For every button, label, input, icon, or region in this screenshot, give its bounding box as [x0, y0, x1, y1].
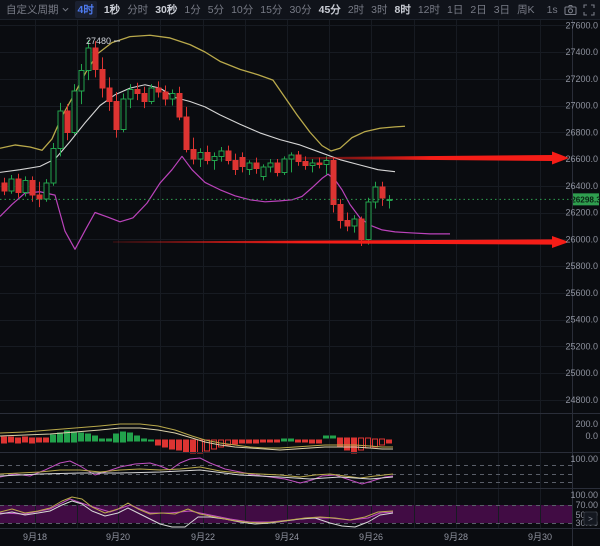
svg-text:100.00: 100.00 [570, 490, 598, 500]
chart-canvas[interactable]: 26298.3 27600.0 27400.0 27200.0 27000.0 26800… [0, 0, 600, 546]
interval-10分[interactable]: 10分 [231, 2, 253, 17]
interval-45分[interactable]: 45分 [319, 2, 341, 17]
svg-text:9月18: 9月18 [23, 532, 47, 542]
svg-text:0.0: 0.0 [585, 431, 598, 441]
svg-text:25600.0: 25600.0 [565, 288, 598, 298]
interval-12时[interactable]: 12时 [418, 2, 440, 17]
custom-period-menu[interactable]: 自定义周期 [6, 2, 69, 17]
interval-1分[interactable]: 1分 [184, 2, 200, 17]
current-price-tag: 26298.3 [571, 193, 600, 206]
svg-text:70.00: 70.00 [575, 500, 598, 510]
svg-text:27000.0: 27000.0 [565, 101, 598, 111]
svg-text:26298.3: 26298.3 [571, 195, 600, 204]
svg-text:9月24: 9月24 [275, 532, 299, 542]
svg-text:25800.0: 25800.0 [565, 261, 598, 271]
interval-1秒[interactable]: 1秒 [104, 2, 120, 17]
interval-list: 4时 1秒 分时 30秒 1分 5分 10分 15分 30分 45分 2时 3时 8时 12时 1日 2日 3日… [74, 1, 535, 18]
interval-周K[interactable]: 周K [517, 2, 535, 17]
interval-4时[interactable]: 4时 [74, 1, 97, 18]
svg-text:9月20: 9月20 [106, 532, 130, 542]
interval-5分[interactable]: 5分 [208, 2, 224, 17]
interval-3日[interactable]: 3日 [494, 2, 510, 17]
svg-text:26000.0: 26000.0 [565, 234, 598, 244]
svg-text:100.00: 100.00 [570, 454, 598, 464]
svg-text:25000.0: 25000.0 [565, 368, 598, 378]
fullscreen-icon [583, 3, 595, 16]
camera-icon [564, 4, 577, 15]
interval-1日[interactable]: 1日 [447, 2, 463, 17]
svg-text:26800.0: 26800.0 [565, 127, 598, 137]
svg-text:9月28: 9月28 [444, 532, 468, 542]
interval-8时[interactable]: 8时 [395, 2, 411, 17]
custom-period-label: 自定义周期 [6, 4, 59, 16]
interval-30秒[interactable]: 30秒 [155, 2, 177, 17]
svg-text:9月30: 9月30 [528, 532, 552, 542]
svg-text:200.0: 200.0 [575, 419, 598, 429]
fullscreen-button[interactable] [583, 3, 595, 16]
axis-expand-button[interactable]: > [583, 511, 598, 526]
svg-text:27480: 27480 [86, 36, 111, 46]
svg-text:24800.0: 24800.0 [565, 395, 598, 405]
chart-background [0, 0, 600, 546]
svg-text:>: > [588, 515, 593, 524]
svg-text:26600.0: 26600.0 [565, 154, 598, 164]
interval-分时[interactable]: 分时 [127, 2, 148, 17]
svg-text:9月22: 9月22 [191, 532, 215, 542]
svg-text:27200.0: 27200.0 [565, 74, 598, 84]
svg-text:25400.0: 25400.0 [565, 315, 598, 325]
interval-15分[interactable]: 15分 [260, 2, 282, 17]
bar-countdown: 1s [546, 3, 558, 16]
chart-app: 26298.3 27600.0 27400.0 27200.0 27000.0 26800… [0, 0, 600, 546]
svg-text:27400.0: 27400.0 [565, 47, 598, 57]
chevron-down-icon [62, 7, 68, 12]
svg-text:27600.0: 27600.0 [565, 20, 598, 30]
toolbar: 自定义周期 4时 1秒 分时 30秒 1分 5分 10分 15分 30分 45分 2时 3时 8时 12时… [0, 0, 600, 20]
svg-text:25200.0: 25200.0 [565, 341, 598, 351]
interval-30分[interactable]: 30分 [289, 2, 311, 17]
interval-2日[interactable]: 2日 [470, 2, 486, 17]
svg-text:26400.0: 26400.0 [565, 181, 598, 191]
svg-text:9月26: 9月26 [359, 532, 383, 542]
interval-2时[interactable]: 2时 [348, 2, 364, 17]
svg-text:26200.0: 26200.0 [565, 208, 598, 218]
interval-3时[interactable]: 3时 [371, 2, 387, 17]
snapshot-button[interactable] [564, 4, 577, 16]
